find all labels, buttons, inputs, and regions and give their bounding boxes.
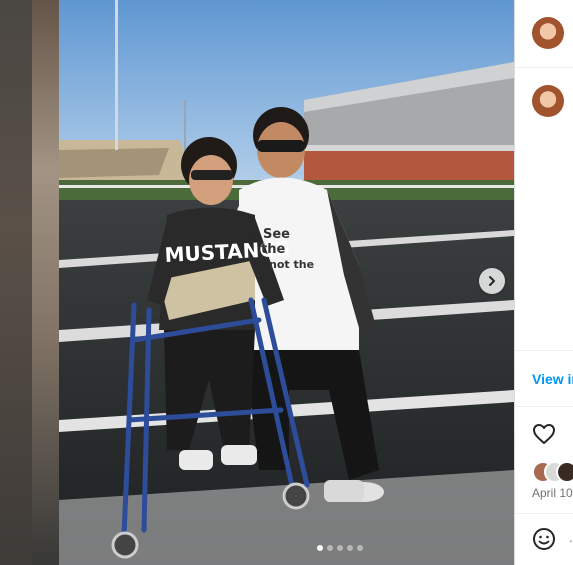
tee-text-line1: See (263, 227, 290, 242)
divider (515, 350, 573, 351)
view-insights-link[interactable]: View ir (532, 371, 573, 387)
carousel-indicator (317, 545, 363, 551)
chevron-right-icon (489, 276, 495, 286)
comment-input[interactable]: . (569, 530, 573, 545)
carousel-dot (347, 545, 353, 551)
emoji-button[interactable] (532, 527, 556, 556)
divider (515, 513, 573, 514)
previous-post-preview[interactable] (0, 0, 32, 565)
tee-text-line2: the (261, 242, 285, 257)
liker-avatar (556, 461, 573, 483)
next-slide-button[interactable] (479, 268, 505, 294)
liked-by-avatars[interactable] (532, 461, 573, 483)
tee-text-line3: not the (269, 258, 314, 271)
divider (515, 406, 573, 407)
previous-photo-edge (32, 0, 59, 565)
carousel-dot (317, 545, 323, 551)
caption-avatar[interactable] (532, 85, 564, 117)
carousel-dot (337, 545, 343, 551)
post-header (515, 0, 573, 68)
post-date[interactable]: April 10 (532, 486, 573, 500)
carousel-dot (327, 545, 333, 551)
carousel-dot (357, 545, 363, 551)
post-photo: MUSTANGS See the not the (59, 0, 514, 565)
post-side-panel: View ir April 10 . (514, 0, 573, 565)
emoji-icon (533, 528, 555, 550)
like-button[interactable] (532, 422, 556, 451)
heart-icon (533, 424, 555, 444)
author-avatar[interactable] (532, 17, 564, 49)
